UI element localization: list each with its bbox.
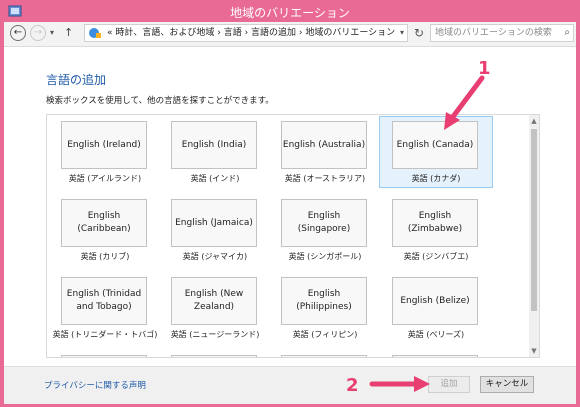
tile-box: English (Jamaica) [171,199,257,247]
control-panel-icon [89,28,101,38]
address-box[interactable]: « 時計、言語、および地域 › 言語 › 言語の追加 › 地域のバリエーション … [84,24,408,42]
scroll-up-icon[interactable]: ▲ [529,117,539,125]
add-button[interactable]: 追加 [428,376,470,393]
breadcrumb-overflow[interactable]: « [107,28,113,38]
footer-bar: プライバシーに関する声明 追加 キャンセル [4,366,576,404]
breadcrumb-path[interactable]: 時計、言語、および地域 › 言語 › 言語の追加 › 地域のバリエーション [115,28,395,38]
language-tile-partial[interactable] [49,351,161,357]
language-tile-english-singapore[interactable]: English (Singapore) 英語 (シンガポール) [269,195,381,265]
address-dropdown-icon[interactable]: ▾ [400,25,404,41]
language-tile-english-india[interactable]: English (India) 英語 (インド) [159,117,271,187]
annotation-arrow-2 [369,376,430,392]
annotation-arrow-1 [444,75,485,130]
tile-box: English (Caribbean) [61,199,147,247]
scroll-down-icon[interactable]: ▼ [529,347,539,355]
language-tile-english-new-zealand[interactable]: English (New Zealand) 英語 (ニュージーランド) [159,273,271,343]
language-tile-partial[interactable] [380,351,492,357]
tile-box: English (Philippines) [281,277,367,325]
tile-box: English (Ireland) [61,121,147,169]
title-bar: 地域のバリエーション [4,0,576,22]
tile-caption: 英語 (トリニダード・トバゴ) [52,330,158,339]
tile-box: English (Trinidad and Tobago) [61,277,147,325]
up-arrow-icon[interactable]: ↑ [64,26,73,39]
tile-caption: 英語 (インド) [190,174,240,183]
privacy-link[interactable]: プライバシーに関する声明 [44,379,146,391]
recent-pages-dropdown-icon[interactable]: ▾ [50,28,54,37]
back-button[interactable]: ← [10,25,26,41]
annotation-number-2: 2 [346,375,359,396]
address-bar: ← → ▾ ↑ « 時計、言語、および地域 › 言語 › 言語の追加 › 地域の… [4,22,576,47]
tile-caption: 英語 (フィリピン) [292,330,358,339]
tile-box: English (Zimbabwe) [392,199,478,247]
tile-caption: 英語 (シンガポール) [288,252,362,261]
window-title: 地域のバリエーション [230,6,350,20]
search-placeholder: 地域のバリエーションの検索 [435,28,552,38]
tile-box: English (New Zealand) [171,277,257,325]
page-title: 言語の追加 [46,73,107,87]
tile-box: English (Belize) [392,277,478,325]
tile-caption: 英語 (ニュージーランド) [170,330,260,339]
scrollbar-thumb[interactable] [531,129,537,311]
refresh-icon[interactable]: ↻ [410,24,428,42]
forward-button[interactable]: → [30,25,46,41]
tile-caption: 英語 (オーストラリア) [284,174,366,183]
language-tile-english-trinidad[interactable]: English (Trinidad and Tobago) 英語 (トリニダード… [49,273,161,343]
language-tile-english-australia[interactable]: English (Australia) 英語 (オーストラリア) [269,117,381,187]
language-tile-english-philippines[interactable]: English (Philippines) 英語 (フィリピン) [269,273,381,343]
language-tile-partial[interactable] [159,351,271,357]
tile-caption: 英語 (カナダ) [411,174,461,183]
tile-caption: 英語 (ベリーズ) [407,330,465,339]
tile-caption: 英語 (カリブ) [80,252,130,261]
tile-caption: 英語 (アイルランド) [68,174,142,183]
tile-box: English (India) [171,121,257,169]
language-tile-english-jamaica[interactable]: English (Jamaica) 英語 (ジャマイカ) [159,195,271,265]
language-tile-english-caribbean[interactable]: English (Caribbean) 英語 (カリブ) [49,195,161,265]
instruction-text: 検索ボックスを使用して、他の言語を探すことができます。 [46,96,274,106]
breadcrumb[interactable]: « 時計、言語、および地域 › 言語 › 言語の追加 › 地域のバリエーション [107,25,395,41]
cancel-button[interactable]: キャンセル [480,376,534,393]
language-list: English (Ireland) 英語 (アイルランド) English (I… [46,114,540,358]
search-input[interactable]: 地域のバリエーションの検索 ⌕ [430,24,574,42]
tile-box: English (Australia) [281,121,367,169]
search-icon[interactable]: ⌕ [564,25,570,41]
tile-box: English (Singapore) [281,199,367,247]
vertical-scrollbar[interactable]: ▲ ▼ [529,115,539,357]
tile-caption: 英語 (ジンバブエ) [403,252,469,261]
language-tile-english-ireland[interactable]: English (Ireland) 英語 (アイルランド) [49,117,161,187]
tile-caption: 英語 (ジャマイカ) [182,252,248,261]
language-tile-partial[interactable] [269,351,381,357]
window: 地域のバリエーション ← → ▾ ↑ « 時計、言語、および地域 › 言語 › … [4,0,576,404]
language-tile-english-zimbabwe[interactable]: English (Zimbabwe) 英語 (ジンバブエ) [380,195,492,265]
language-tile-english-belize[interactable]: English (Belize) 英語 (ベリーズ) [380,273,492,343]
